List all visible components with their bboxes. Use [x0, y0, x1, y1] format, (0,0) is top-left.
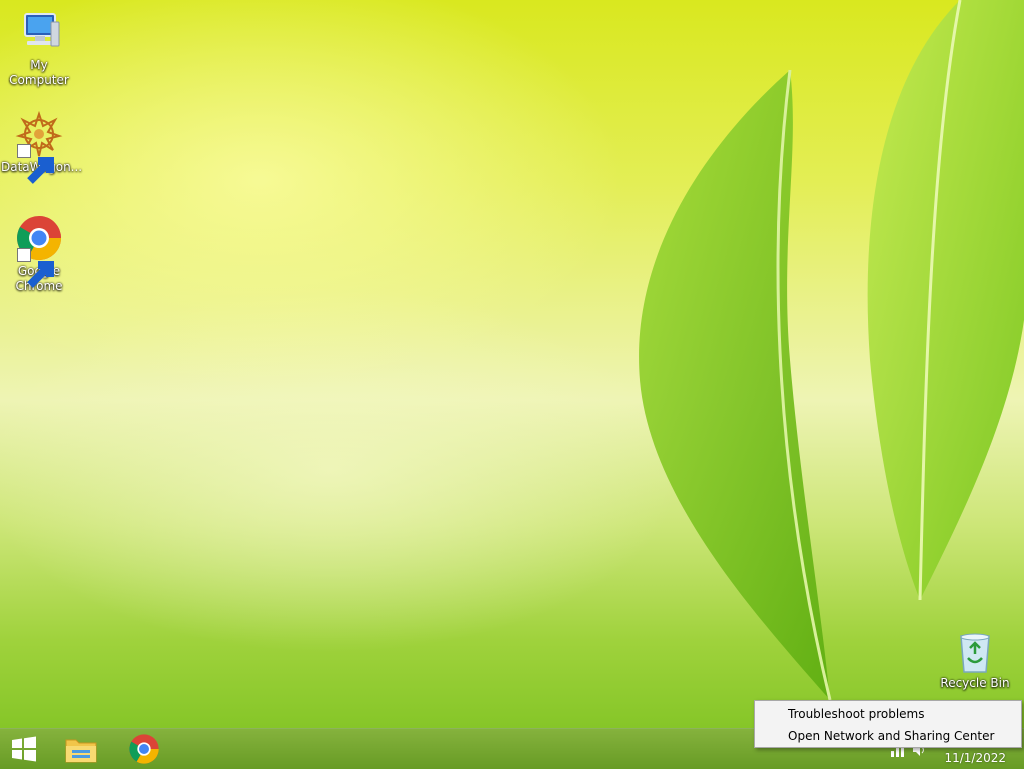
desktop-icon-label: Recycle Bin — [940, 676, 1010, 690]
start-button[interactable] — [0, 729, 48, 769]
chrome-icon — [15, 214, 63, 288]
clock-date[interactable]: 11/1/2022 — [944, 751, 1006, 765]
windows-logo-icon — [12, 736, 36, 762]
file-explorer-icon — [65, 739, 97, 763]
desktop-icon-my-computer[interactable]: My Computer — [1, 8, 77, 88]
datawagon-icon — [15, 110, 63, 184]
taskbar-file-explorer[interactable] — [56, 729, 106, 769]
shortcut-arrow-icon — [17, 248, 54, 288]
desktop-icon-google-chrome[interactable]: Google Chrome — [1, 214, 77, 294]
menu-item-troubleshoot-problems[interactable]: Troubleshoot problems — [755, 703, 1021, 725]
menu-item-open-network-sharing-center[interactable]: Open Network and Sharing Center — [755, 725, 1021, 747]
recycle-bin-icon — [955, 632, 995, 674]
computer-icon — [15, 8, 63, 56]
desktop-icon-label: My Computer — [9, 58, 69, 87]
desktop-background: My Computer DataWagon... Google Chrome R… — [0, 0, 1024, 728]
taskbar-chrome[interactable] — [120, 729, 168, 769]
desktop-icon-recycle-bin[interactable]: Recycle Bin — [937, 632, 1013, 691]
chrome-icon — [129, 734, 159, 764]
network-context-menu: Troubleshoot problems Open Network and S… — [754, 700, 1022, 748]
shortcut-arrow-icon — [17, 144, 54, 184]
desktop-icon-datawagon[interactable]: DataWagon... — [1, 110, 82, 184]
wallpaper-leaves — [639, 0, 1024, 701]
